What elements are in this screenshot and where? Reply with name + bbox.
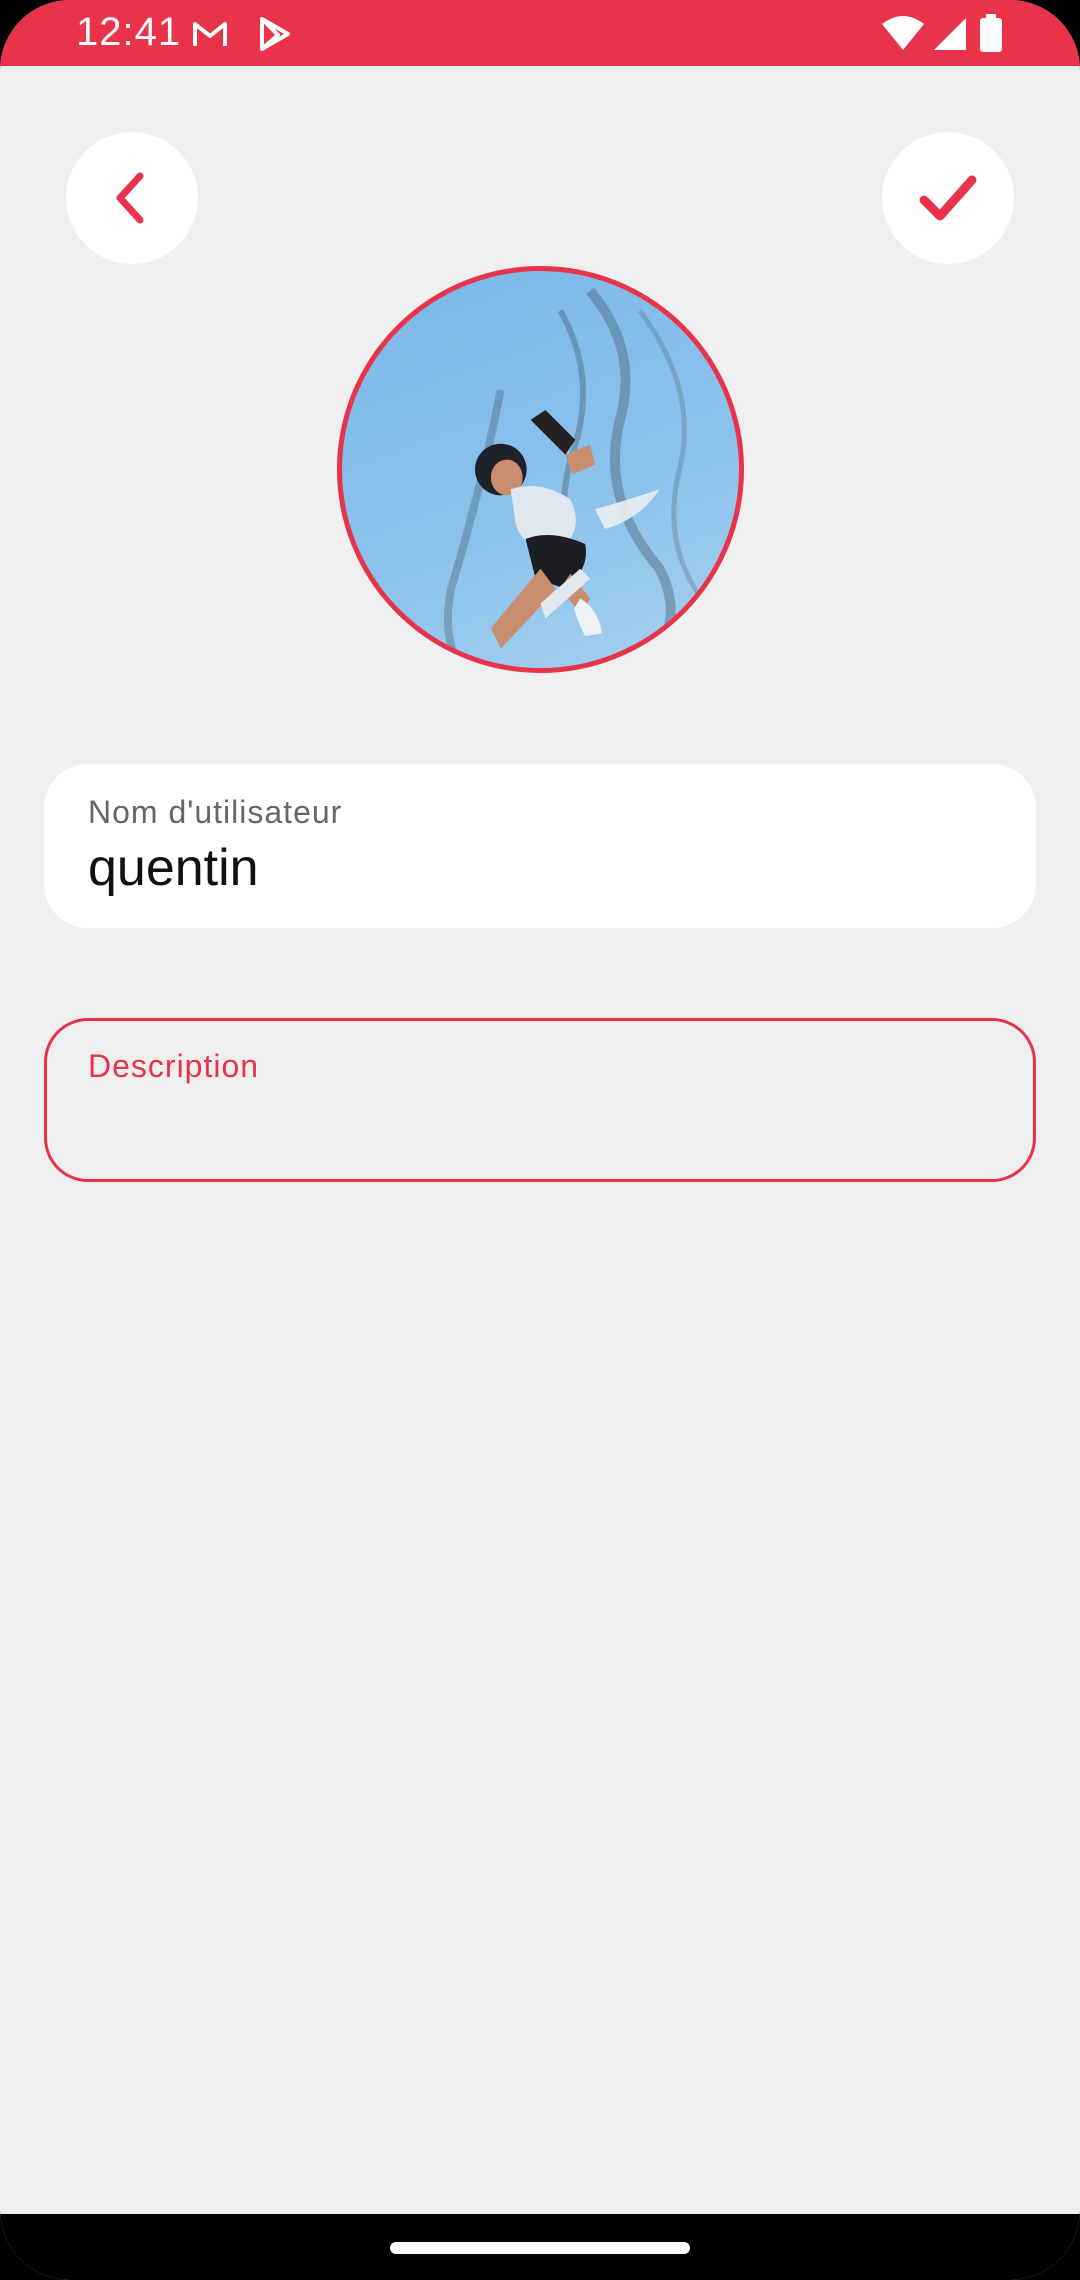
checkmark-icon (916, 166, 980, 230)
status-time: 12:41 (76, 10, 182, 54)
signal-icon (930, 14, 970, 54)
description-label: Description (88, 1048, 260, 1084)
battery-icon (978, 14, 1004, 54)
profile-avatar[interactable] (337, 266, 744, 673)
edit-profile-screen: 12:41 Nom d'utilisateur quentin Descript… (0, 0, 1080, 2280)
description-field[interactable]: Description (44, 1018, 1036, 1182)
username-field[interactable]: Nom d'utilisateur quentin (44, 764, 1036, 928)
username-label: Nom d'utilisateur (88, 794, 343, 830)
play-store-icon (254, 14, 294, 54)
wifi-icon (880, 14, 926, 54)
home-gesture-handle[interactable] (390, 2242, 690, 2254)
username-input[interactable]: quentin (88, 838, 259, 898)
back-button[interactable] (66, 132, 198, 264)
status-bar: 12:41 (0, 0, 1080, 66)
chevron-left-icon (100, 166, 164, 230)
gmail-icon (190, 14, 230, 54)
confirm-button[interactable] (882, 132, 1014, 264)
profile-avatar-image (443, 287, 712, 668)
